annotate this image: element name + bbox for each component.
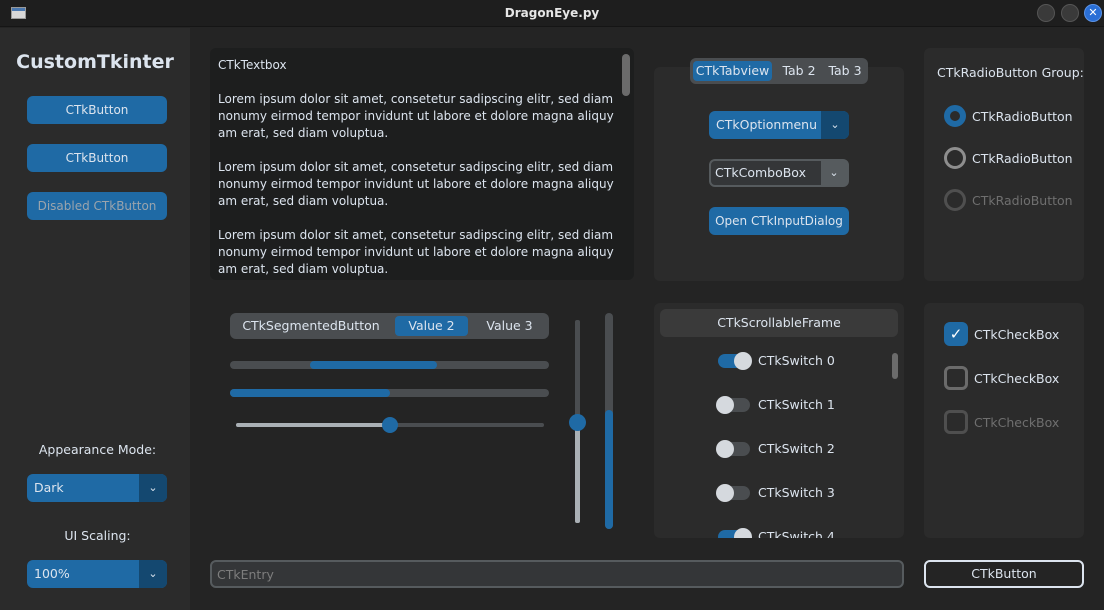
- appearance-mode-menu[interactable]: Dark ⌄: [27, 474, 167, 502]
- switch-4-label[interactable]: CTkSwitch 4: [758, 529, 835, 538]
- checkbox-label-2[interactable]: CTkCheckBox: [974, 371, 1059, 386]
- segmented-button: CTkSegmentedButton Value 2 Value 3: [230, 313, 549, 339]
- radio-button-3: [944, 189, 966, 211]
- chevron-down-icon: ⌄: [139, 560, 167, 588]
- vertical-progress-bar: [605, 313, 613, 529]
- checkmark-icon: ✓: [949, 325, 963, 343]
- optionmenu-value: CTkOptionmenu: [716, 117, 818, 132]
- progress-bar-1: [230, 361, 549, 369]
- switch-1-label[interactable]: CTkSwitch 1: [758, 397, 835, 412]
- sidebar-button-disabled: Disabled CTkButton: [27, 192, 167, 220]
- radio-label-2[interactable]: CTkRadioButton: [972, 151, 1073, 166]
- close-button[interactable]: ✕: [1084, 4, 1102, 22]
- progress-bar-2-fill: [230, 389, 390, 397]
- vertical-slider[interactable]: [569, 320, 586, 523]
- checkbox-label-1[interactable]: CTkCheckBox: [974, 327, 1059, 342]
- sidebar-button-2[interactable]: CTkButton: [27, 144, 167, 172]
- switch-2-label[interactable]: CTkSwitch 2: [758, 441, 835, 456]
- switch-3-label[interactable]: CTkSwitch 3: [758, 485, 835, 500]
- window-title: DragonEye.py: [504, 6, 600, 20]
- switch-1-knob: [716, 396, 734, 414]
- tab-ctktabview[interactable]: CTkTabview: [693, 61, 772, 81]
- switch-0-knob: [734, 352, 752, 370]
- chevron-down-icon: ⌄: [139, 474, 167, 502]
- switch-1[interactable]: [716, 396, 750, 414]
- horizontal-slider-fill: [236, 423, 390, 427]
- radio-label-1[interactable]: CTkRadioButton: [972, 109, 1073, 124]
- tabview-tabs: CTkTabview Tab 2 Tab 3: [690, 58, 868, 84]
- chevron-down-icon[interactable]: ⌄: [821, 161, 847, 185]
- maximize-button[interactable]: [1061, 4, 1079, 22]
- ui-scaling-menu[interactable]: 100% ⌄: [27, 560, 167, 588]
- checkbox-2[interactable]: [944, 366, 968, 390]
- checkbox-3: [944, 410, 968, 434]
- textbox-content[interactable]: CTkTextbox Lorem ipsum dolor sit amet, c…: [218, 57, 620, 278]
- progress-bar-1-fill: [309, 361, 438, 369]
- combobox-value[interactable]: CTkComboBox: [715, 161, 806, 185]
- vertical-progress-bar-fill: [605, 410, 613, 529]
- switch-3[interactable]: [716, 484, 750, 502]
- sidebar-button-1[interactable]: CTkButton: [27, 96, 167, 124]
- radio-button-1[interactable]: [944, 105, 966, 127]
- switch-0-label[interactable]: CTkSwitch 0: [758, 353, 835, 368]
- ui-scaling-value: 100%: [34, 566, 70, 581]
- vertical-slider-fill: [575, 421, 580, 523]
- progress-bar-2: [230, 389, 549, 397]
- switch-3-knob: [716, 484, 734, 502]
- title-bar: DragonEye.py ✕: [0, 0, 1104, 27]
- textbox[interactable]: CTkTextbox Lorem ipsum dolor sit amet, c…: [210, 48, 634, 280]
- switch-2[interactable]: [716, 440, 750, 458]
- switch-0[interactable]: [718, 352, 752, 370]
- vertical-slider-handle[interactable]: [569, 413, 586, 431]
- segment-value-2[interactable]: Value 2: [395, 316, 468, 336]
- switch-4-knob: [734, 528, 752, 538]
- tab-2[interactable]: Tab 2: [777, 61, 821, 81]
- logo-label: CustomTkinter: [16, 51, 174, 73]
- appearance-mode-label: Appearance Mode:: [38, 442, 157, 457]
- scrollable-frame-scrollbar[interactable]: [892, 353, 898, 379]
- horizontal-slider[interactable]: [236, 417, 544, 433]
- ctk-optionmenu[interactable]: CTkOptionmenu ⌄: [709, 111, 849, 139]
- switch-2-knob: [716, 440, 734, 458]
- open-input-dialog-button[interactable]: Open CTkInputDialog: [709, 207, 849, 235]
- radio-group-label: CTkRadioButton Group:: [937, 65, 1084, 80]
- main-button[interactable]: CTkButton: [924, 560, 1084, 588]
- textbox-scrollbar[interactable]: [622, 54, 630, 96]
- main-entry[interactable]: [210, 560, 904, 588]
- appearance-mode-value: Dark: [34, 480, 64, 495]
- segment-value-3[interactable]: Value 3: [474, 316, 545, 336]
- ui-scaling-label: UI Scaling:: [64, 528, 131, 543]
- ctk-combobox[interactable]: CTkComboBox ⌄: [709, 159, 849, 187]
- checkbox-1[interactable]: ✓: [944, 322, 968, 346]
- tab-3[interactable]: Tab 3: [824, 61, 866, 81]
- close-icon: ✕: [1088, 6, 1098, 19]
- scrollable-frame-label: CTkScrollableFrame: [660, 309, 898, 337]
- entry-input[interactable]: [212, 562, 902, 586]
- segment-ctksegmentedbutton[interactable]: CTkSegmentedButton: [234, 316, 388, 336]
- radio-button-2[interactable]: [944, 147, 966, 169]
- switch-4[interactable]: [718, 528, 752, 538]
- checkbox-label-3: CTkCheckBox: [974, 415, 1060, 430]
- scrollable-frame[interactable]: CTkScrollableFrame CTkSwitch 0 CTkSwitch…: [654, 303, 904, 538]
- radio-label-3: CTkRadioButton: [972, 193, 1073, 208]
- minimize-button[interactable]: [1037, 4, 1055, 22]
- horizontal-slider-handle[interactable]: [382, 417, 398, 433]
- chevron-down-icon: ⌄: [821, 111, 849, 139]
